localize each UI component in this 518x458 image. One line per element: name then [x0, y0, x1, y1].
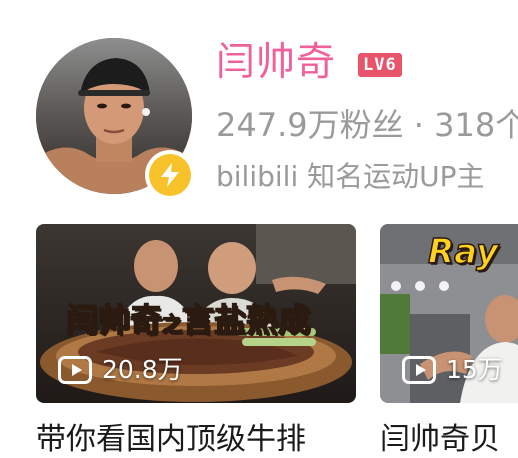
verified-badge [145, 150, 195, 200]
video-card[interactable]: 闫帅奇之言盐熟成 20.8万 [36, 224, 356, 403]
play-count: 15万 [402, 355, 503, 385]
thumbnail-caption: 闫帅奇之言盐熟成 [65, 300, 311, 340]
video-title[interactable]: 闫帅奇贝 [380, 420, 500, 458]
channel-logo: Ray [427, 231, 499, 273]
level-badge: LV6 [358, 53, 402, 77]
play-count: 20.8万 [58, 355, 183, 385]
play-count-value: 15万 [446, 355, 503, 384]
play-icon [402, 356, 436, 384]
play-count-value: 20.8万 [102, 355, 183, 384]
video-card[interactable]: Ray 15万 [380, 224, 518, 403]
play-icon [58, 356, 92, 384]
up-description: bilibili 知名运动UP主 [216, 160, 485, 193]
video-title[interactable]: 带你看国内顶级牛排 [36, 420, 306, 458]
lightning-bolt-icon [149, 154, 191, 196]
up-profile-panel: 闫帅奇 LV6 247.9万粉丝 · 318个视频 bilibili 知名运动U… [0, 0, 518, 458]
follower-stats: 247.9万粉丝 · 318个视频 [216, 106, 518, 144]
up-name[interactable]: 闫帅奇 [216, 37, 336, 89]
